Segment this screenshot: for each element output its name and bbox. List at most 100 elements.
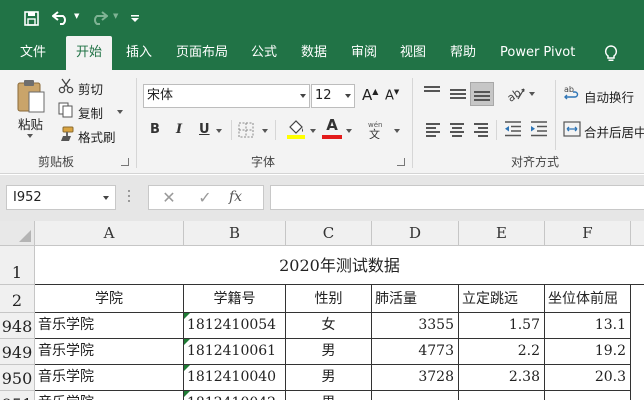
- font-size-combo[interactable]: 12: [311, 84, 355, 108]
- cut-button[interactable]: 剪切: [78, 79, 103, 98]
- header-cell-lung-capacity[interactable]: 肺活量: [372, 285, 459, 313]
- enter-check-icon[interactable]: ✓: [193, 186, 217, 209]
- font-color-dropdown-icon[interactable]: [346, 129, 352, 133]
- cell-student-id[interactable]: 1812410054: [184, 313, 286, 339]
- font-size-dropdown-icon[interactable]: [345, 94, 351, 98]
- format-painter-icon[interactable]: [58, 126, 74, 145]
- font-name-dropdown-icon[interactable]: [300, 94, 306, 98]
- cell-lung-capacity[interactable]: 4773: [372, 339, 459, 365]
- cell-long-jump[interactable]: 2.2: [459, 339, 545, 365]
- phonetic-dropdown-icon[interactable]: [394, 129, 400, 133]
- redo-dropdown-icon[interactable]: ▼: [113, 12, 118, 20]
- column-header-b[interactable]: B: [184, 221, 286, 246]
- row-header-950[interactable]: 950: [0, 365, 35, 391]
- tab-insert[interactable]: 插入: [126, 36, 152, 70]
- tab-view[interactable]: 视图: [400, 36, 426, 70]
- formula-input[interactable]: [270, 185, 644, 210]
- merge-center-button[interactable]: 合并后居中: [584, 122, 644, 141]
- copy-icon[interactable]: [58, 102, 74, 121]
- row-header-951[interactable]: 951: [0, 391, 35, 400]
- wrap-text-icon[interactable]: ab: [563, 84, 581, 105]
- align-middle-icon[interactable]: [450, 89, 466, 101]
- cell-lung-capacity[interactable]: [372, 391, 459, 400]
- font-color-button[interactable]: A: [322, 117, 342, 139]
- save-icon[interactable]: [20, 6, 42, 30]
- row-header-1[interactable]: 1: [0, 246, 35, 285]
- align-left-icon[interactable]: [426, 123, 442, 139]
- cell-student-id[interactable]: 1812410040: [184, 365, 286, 391]
- header-cell-student-id[interactable]: 学籍号: [184, 285, 286, 313]
- name-box-dropdown-icon[interactable]: [103, 196, 109, 200]
- font-launcher-icon[interactable]: [397, 158, 405, 166]
- tab-review[interactable]: 审阅: [351, 36, 377, 70]
- cell-sit-reach[interactable]: 19.2: [545, 339, 631, 365]
- select-all-corner[interactable]: [0, 221, 35, 246]
- cell-lung-capacity[interactable]: 3355: [372, 313, 459, 339]
- tab-page-layout[interactable]: 页面布局: [176, 36, 228, 70]
- column-header-d[interactable]: D: [372, 221, 459, 246]
- tab-formulas[interactable]: 公式: [251, 36, 277, 70]
- merge-center-icon[interactable]: [563, 120, 581, 141]
- undo-icon[interactable]: [50, 6, 72, 30]
- decrease-indent-icon[interactable]: [504, 121, 522, 140]
- formula-bar-grip[interactable]: [128, 190, 130, 204]
- cell-gender[interactable]: 男: [286, 339, 372, 365]
- orientation-dropdown-icon[interactable]: [529, 92, 535, 96]
- shrink-font-button[interactable]: A▼: [385, 88, 399, 103]
- cell-college[interactable]: 音乐学院: [35, 313, 184, 339]
- cell-college[interactable]: 音乐学院: [35, 339, 184, 365]
- column-header-c[interactable]: C: [286, 221, 372, 246]
- bold-button[interactable]: B: [150, 120, 160, 140]
- column-header-g[interactable]: [631, 221, 644, 246]
- tab-data[interactable]: 数据: [301, 36, 327, 70]
- undo-dropdown-icon[interactable]: ▼: [74, 12, 79, 20]
- cell-long-jump[interactable]: 1.57: [459, 313, 545, 339]
- align-right-icon[interactable]: [474, 123, 490, 139]
- cell-student-id[interactable]: 1812410061: [184, 339, 286, 365]
- increase-indent-icon[interactable]: [530, 121, 548, 140]
- cell-student-id[interactable]: 1812410042: [184, 391, 286, 400]
- row-header-2[interactable]: 2: [0, 285, 35, 313]
- row-header-949[interactable]: 949: [0, 339, 35, 365]
- cell-gender[interactable]: 男: [286, 365, 372, 391]
- cell-gender[interactable]: 男: [286, 391, 372, 400]
- cell-college[interactable]: 音乐学院: [35, 391, 184, 400]
- copy-button[interactable]: 复制: [78, 103, 103, 122]
- column-header-e[interactable]: E: [459, 221, 545, 246]
- cell-sit-reach[interactable]: 20.3: [545, 365, 631, 391]
- scissors-icon[interactable]: [58, 78, 74, 97]
- sheet-title-cell[interactable]: 2020年测试数据: [35, 246, 644, 285]
- header-cell-sit-reach[interactable]: 坐位体前屈: [545, 285, 631, 313]
- italic-button[interactable]: I: [176, 120, 182, 140]
- paste-label[interactable]: 粘贴: [18, 114, 43, 133]
- insert-function-button[interactable]: fx: [229, 186, 242, 209]
- borders-dropdown-icon[interactable]: [262, 129, 268, 133]
- fill-color-dropdown-icon[interactable]: [310, 129, 316, 133]
- tab-power-pivot[interactable]: Power Pivot: [500, 36, 575, 70]
- font-name-combo[interactable]: 宋体: [143, 84, 310, 108]
- borders-icon[interactable]: [238, 122, 254, 141]
- tab-file[interactable]: 文件: [20, 36, 46, 70]
- cell-gender[interactable]: 女: [286, 313, 372, 339]
- cell-sit-reach[interactable]: 13.1: [545, 313, 631, 339]
- tab-home[interactable]: 开始: [66, 36, 112, 70]
- copy-dropdown-icon[interactable]: [117, 110, 123, 114]
- header-cell-college[interactable]: 学院: [35, 285, 184, 313]
- cancel-icon[interactable]: ✕: [157, 186, 181, 209]
- paste-dropdown-icon[interactable]: [27, 134, 33, 138]
- cell-long-jump[interactable]: [459, 391, 545, 400]
- align-center-icon[interactable]: [450, 123, 466, 139]
- phonetic-icon[interactable]: wén 文: [366, 119, 388, 142]
- cell-long-jump[interactable]: 2.38: [459, 365, 545, 391]
- grow-font-button[interactable]: A▲: [362, 86, 378, 104]
- align-bottom-icon[interactable]: [474, 91, 490, 103]
- lightbulb-icon[interactable]: [604, 45, 618, 66]
- clipboard-launcher-icon[interactable]: [121, 158, 129, 166]
- format-painter-button[interactable]: 格式刷: [78, 127, 116, 146]
- underline-dropdown-icon[interactable]: [216, 129, 222, 133]
- cell-college[interactable]: 音乐学院: [35, 365, 184, 391]
- cell-lung-capacity[interactable]: 3728: [372, 365, 459, 391]
- header-cell-gender[interactable]: 性别: [286, 285, 372, 313]
- redo-icon[interactable]: [88, 6, 110, 30]
- row-header-948[interactable]: 948: [0, 313, 35, 339]
